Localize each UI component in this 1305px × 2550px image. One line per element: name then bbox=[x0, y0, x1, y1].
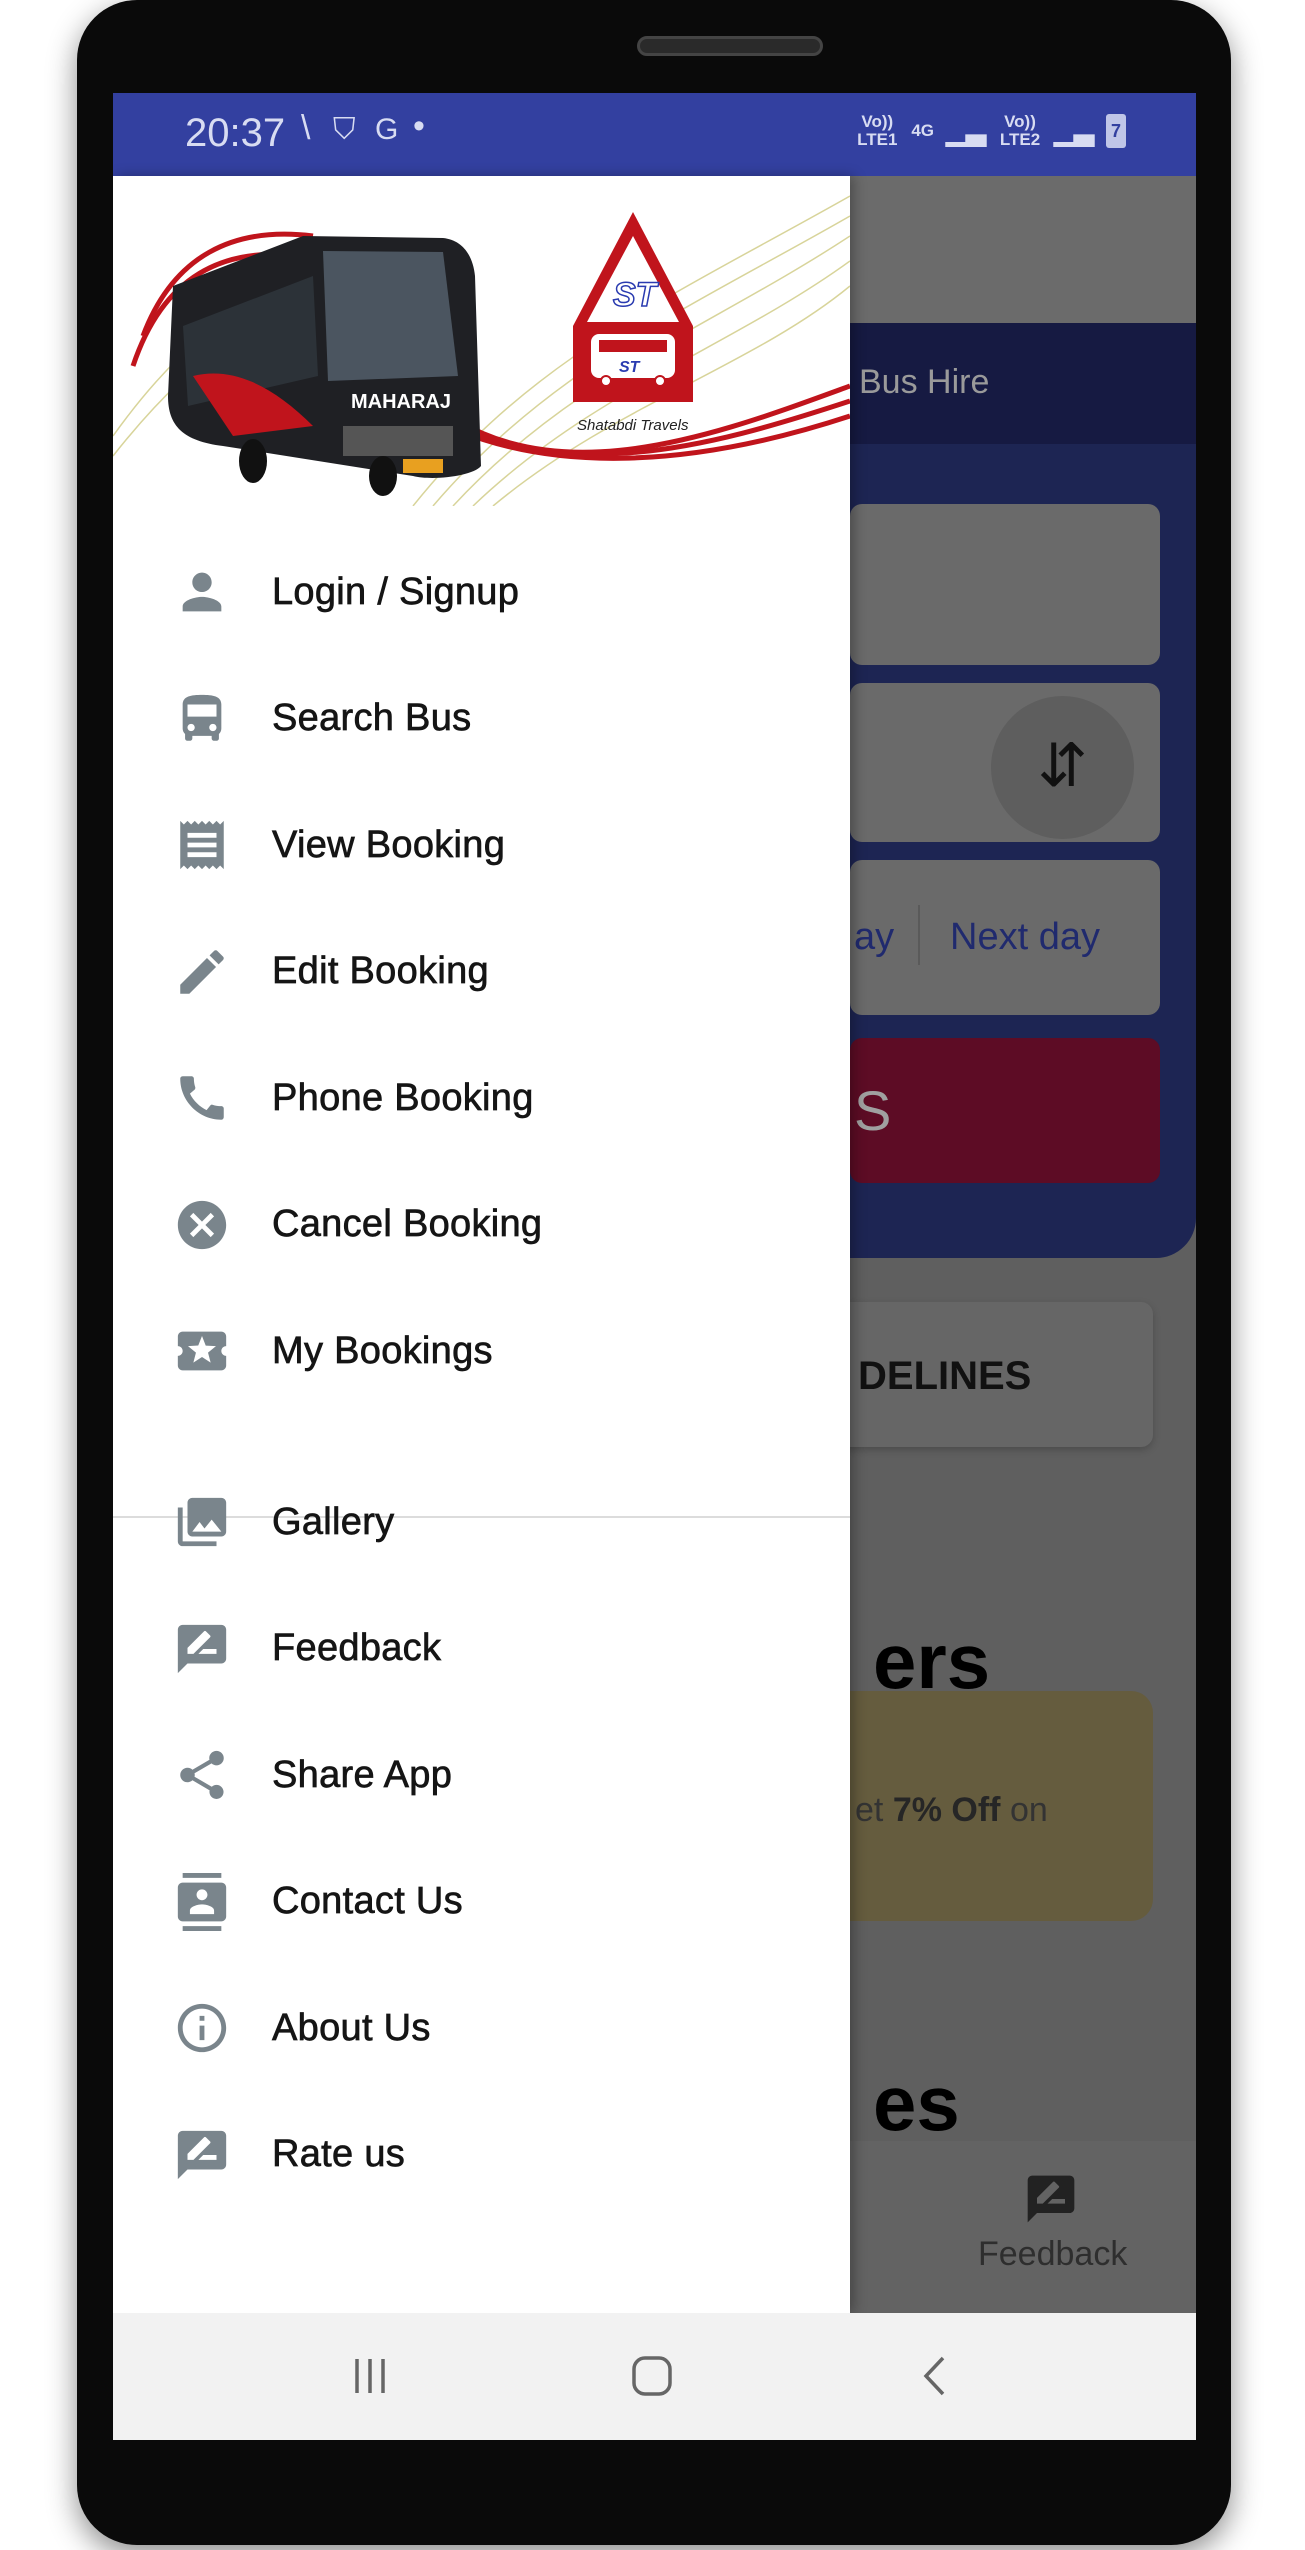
svg-text:Shatabdi Travels: Shatabdi Travels bbox=[577, 417, 689, 434]
drawer-item-label: Feedback bbox=[272, 1627, 442, 1670]
rate-review-icon bbox=[177, 2130, 227, 2179]
next-day-option[interactable]: Next day bbox=[950, 916, 1100, 959]
sim1-indicator: Vo)) LTE1 bbox=[857, 112, 898, 149]
feedback-icon bbox=[177, 1624, 227, 1673]
info-icon bbox=[177, 2003, 227, 2053]
drawer-item-share-app[interactable]: Share App bbox=[113, 1715, 850, 1835]
network-type: 4G bbox=[911, 121, 934, 140]
speaker-grille bbox=[637, 36, 823, 56]
drawer-item-label: My Bookings bbox=[272, 1329, 493, 1372]
shield-check-icon: ⛉ bbox=[333, 113, 356, 146]
pencil-icon bbox=[180, 949, 224, 994]
home-icon[interactable] bbox=[627, 2351, 677, 2401]
person-icon bbox=[182, 572, 222, 612]
drawer-item-edit-booking[interactable]: Edit Booking bbox=[113, 912, 850, 1032]
notification-icon: \ bbox=[301, 109, 311, 147]
today-option[interactable]: ay bbox=[854, 916, 894, 959]
drawer-item-label: View Booking bbox=[272, 823, 506, 866]
bus-image: MAHARAJ bbox=[168, 236, 481, 496]
sim2-indicator: Vo)) LTE2 bbox=[999, 112, 1041, 149]
share-icon bbox=[180, 1750, 224, 1799]
drawer-item-rate-us[interactable]: Rate us bbox=[113, 2095, 850, 2215]
recent-apps-icon[interactable] bbox=[345, 2351, 395, 2401]
drawer-item-label: Edit Booking bbox=[272, 950, 489, 993]
drawer-item-label: Cancel Booking bbox=[272, 1203, 543, 1246]
drawer-item-search-bus[interactable]: Search Bus bbox=[113, 659, 850, 779]
system-navigation-bar bbox=[113, 2313, 1196, 2440]
app-notification-icon: G bbox=[375, 113, 399, 146]
drawer-item-view-booking[interactable]: View Booking bbox=[113, 785, 850, 905]
date-selector[interactable]: ay Next day bbox=[850, 860, 1160, 1015]
drawer-item-label: Gallery bbox=[272, 1500, 395, 1543]
signal-bars-icon: ▁▃ bbox=[1054, 116, 1094, 146]
guidelines-button[interactable]: DELINES bbox=[813, 1302, 1153, 1447]
bus-icon bbox=[182, 694, 222, 741]
drawer-item-label: Share App bbox=[272, 1753, 453, 1796]
navigation-drawer: MAHARAJ ST ST Shatabdi Travels Login / S… bbox=[113, 176, 850, 2313]
screen: Bus Hire ⇵ ay Next day S DELINES ers et … bbox=[113, 93, 1196, 2440]
svg-text:ST: ST bbox=[613, 276, 660, 314]
drawer-item-contact-us[interactable]: Contact Us bbox=[113, 1842, 850, 1962]
offer-text: et 7% Off on bbox=[855, 1791, 1048, 1829]
search-button-label: S bbox=[854, 1079, 892, 1142]
date-divider bbox=[918, 905, 920, 965]
drawer-item-label: Contact Us bbox=[272, 1880, 463, 1923]
drawer-header-banner: MAHARAJ ST ST Shatabdi Travels bbox=[113, 176, 850, 506]
more-notifications-dot-icon: • bbox=[413, 107, 425, 145]
gallery-icon bbox=[177, 1497, 227, 1547]
signal-bars-icon: ▁▃ bbox=[946, 116, 986, 146]
drawer-item-label: About Us bbox=[272, 2006, 431, 2049]
drawer-item-cancel-booking[interactable]: Cancel Booking bbox=[113, 1165, 850, 1285]
bottom-nav-feedback[interactable]: Feedback bbox=[973, 2161, 1133, 2281]
from-field[interactable] bbox=[850, 504, 1160, 665]
battery-icon: 7 bbox=[1106, 114, 1126, 148]
svg-text:MAHARAJ: MAHARAJ bbox=[351, 391, 451, 413]
drawer-item-label: Rate us bbox=[272, 2133, 406, 2176]
back-icon[interactable] bbox=[910, 2351, 960, 2401]
drawer-item-my-bookings[interactable]: My Bookings bbox=[113, 1291, 850, 1411]
receipt-icon bbox=[180, 820, 224, 870]
tab-bus-hire[interactable]: Bus Hire bbox=[859, 363, 989, 402]
drawer-item-feedback[interactable]: Feedback bbox=[113, 1589, 850, 1709]
drawer-item-label: Login / Signup bbox=[272, 570, 520, 613]
contacts-icon bbox=[177, 1872, 227, 1931]
shatabdi-travels-logo: ST ST Shatabdi Travels bbox=[573, 212, 693, 434]
feedback-icon bbox=[1027, 2175, 1075, 2223]
swap-button[interactable]: ⇵ bbox=[991, 696, 1134, 839]
cancel-icon bbox=[177, 1200, 227, 1249]
search-buses-button[interactable]: S bbox=[850, 1038, 1160, 1183]
section-heading: es bbox=[873, 2059, 960, 2147]
drawer-item-phone-booking[interactable]: Phone Booking bbox=[113, 1038, 850, 1158]
guidelines-label: DELINES bbox=[858, 1354, 1032, 1398]
drawer-item-gallery[interactable]: Gallery bbox=[113, 1462, 850, 1582]
drawer-item-label: Search Bus bbox=[272, 697, 472, 740]
offer-card[interactable]: et 7% Off on bbox=[813, 1691, 1153, 1921]
drawer-item-about-us[interactable]: About Us bbox=[113, 1968, 850, 2088]
drawer-item-label: Phone Booking bbox=[272, 1076, 534, 1119]
status-bar: 20:37 \ ⛉ G • Vo)) LTE1 4G ▁▃ Vo)) LTE2 … bbox=[113, 93, 1196, 176]
bottom-nav-feedback-label: Feedback bbox=[978, 2235, 1128, 2273]
drawer-item-login-signup[interactable]: Login / Signup bbox=[113, 532, 850, 652]
ticket-star-icon bbox=[177, 1331, 227, 1371]
signal-indicators: Vo)) LTE1 4G ▁▃ Vo)) LTE2 ▁▃ 7 bbox=[855, 113, 1126, 149]
svg-text:ST: ST bbox=[619, 359, 641, 376]
phone-icon bbox=[180, 1076, 224, 1120]
status-time: 20:37 bbox=[185, 111, 286, 155]
banner-image: MAHARAJ ST ST Shatabdi Travels bbox=[113, 195, 850, 506]
swap-arrows-icon: ⇵ bbox=[1037, 732, 1088, 799]
